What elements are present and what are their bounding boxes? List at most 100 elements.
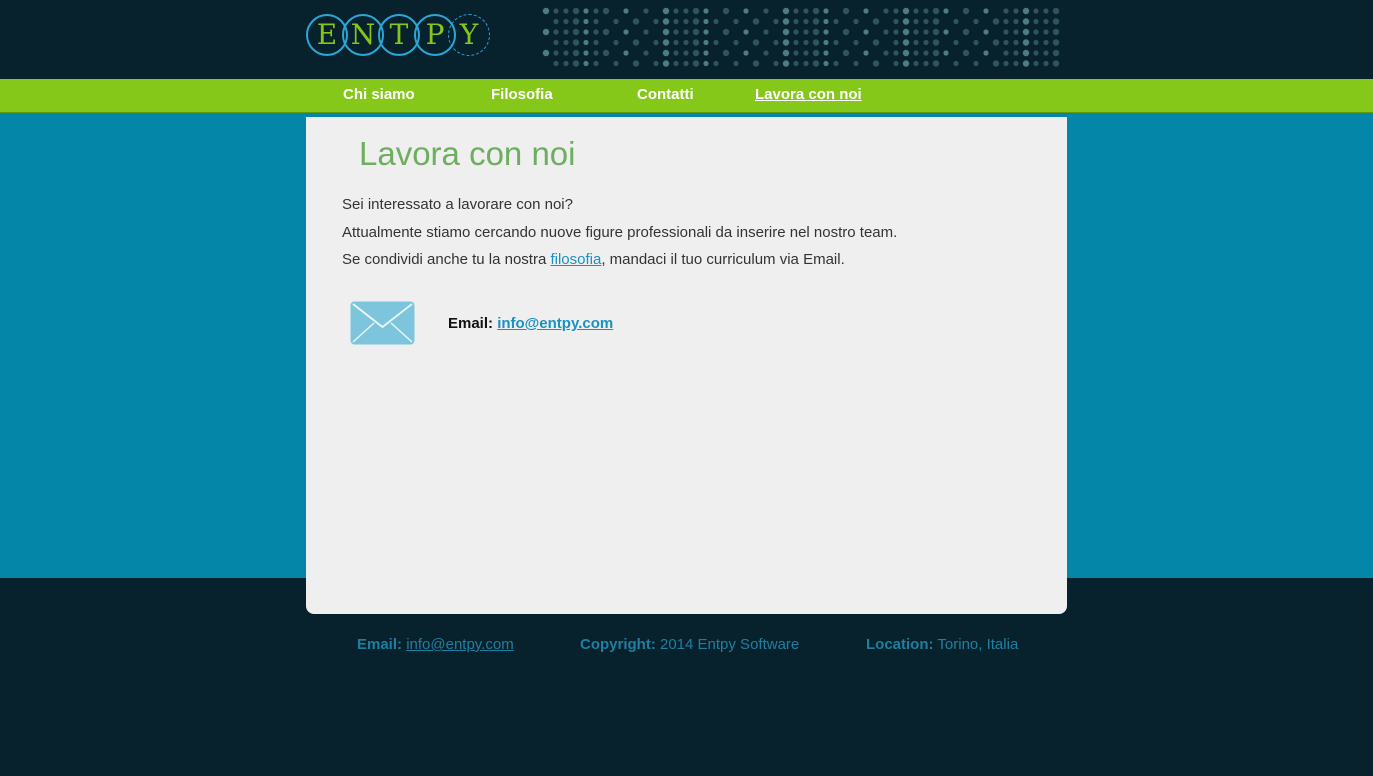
- decorative-dot: [902, 18, 910, 25]
- decorative-dot: [842, 28, 850, 36]
- decorative-dot: [1043, 8, 1049, 14]
- decorative-dot: [1003, 60, 1009, 67]
- decorative-dot: [583, 60, 589, 67]
- decorative-dot: [973, 60, 979, 67]
- footer-location: Location: Torino, Italia: [866, 636, 1018, 653]
- decorative-dot: [812, 7, 820, 15]
- decorative-dot: [733, 60, 739, 67]
- decorative-dot: [812, 28, 820, 36]
- decorative-dot: [902, 7, 910, 15]
- email-label: Email:: [448, 315, 494, 332]
- decorative-dot: [563, 29, 569, 35]
- decorative-dot: [1033, 39, 1039, 46]
- header-dot-pattern: [542, 7, 1060, 67]
- decorative-dot: [883, 50, 889, 56]
- nav-item-filosofia[interactable]: Filosofia: [491, 86, 553, 103]
- decorative-dot: [763, 50, 769, 56]
- decorative-dot: [722, 49, 730, 57]
- decorative-dot: [662, 39, 670, 46]
- decorative-dot: [1022, 28, 1030, 36]
- decorative-dot: [872, 39, 880, 46]
- decorative-dot: [803, 50, 809, 56]
- decorative-dot: [902, 39, 910, 46]
- decorative-dot: [542, 7, 550, 15]
- decorative-dot: [773, 18, 779, 25]
- decorative-dot: [782, 28, 790, 36]
- decorative-dot: [803, 39, 809, 46]
- decorative-dot: [913, 29, 919, 35]
- decorative-dot: [593, 8, 599, 14]
- decorative-dot: [692, 28, 700, 36]
- decorative-dot: [593, 60, 599, 67]
- decorative-dot: [1003, 8, 1009, 14]
- decorative-dot: [613, 60, 619, 67]
- decorative-dot: [1052, 18, 1060, 25]
- decorative-dot: [883, 29, 889, 35]
- decorative-dot: [673, 50, 679, 56]
- decorative-dot: [1003, 29, 1009, 35]
- footer-location-value: Torino, Italia: [937, 636, 1019, 653]
- decorative-dot: [703, 29, 709, 35]
- decorative-dot: [563, 39, 569, 46]
- decorative-dot: [773, 60, 779, 67]
- decorative-dot: [593, 39, 599, 46]
- decorative-dot: [583, 18, 589, 25]
- decorative-dot: [583, 39, 589, 46]
- decorative-dot: [703, 39, 709, 46]
- decorative-dot: [593, 50, 599, 56]
- decorative-dot: [833, 18, 839, 25]
- decorative-dot: [803, 8, 809, 14]
- decorative-dot: [673, 39, 679, 46]
- decorative-dot: [583, 8, 589, 14]
- decorative-dot: [973, 18, 979, 25]
- decorative-dot: [923, 29, 929, 35]
- decorative-dot: [953, 18, 959, 25]
- decorative-dot: [793, 39, 799, 46]
- nav-item-lavora-con-noi[interactable]: Lavora con noi: [755, 86, 862, 103]
- decorative-dot: [1013, 29, 1019, 35]
- decorative-dot: [683, 60, 689, 67]
- decorative-dot: [722, 28, 730, 36]
- logo-letter: Y: [448, 14, 490, 56]
- decorative-dot: [632, 60, 640, 67]
- decorative-dot: [863, 8, 869, 14]
- decorative-dot: [673, 29, 679, 35]
- decorative-dot: [752, 60, 760, 67]
- decorative-dot: [572, 49, 580, 57]
- site-header: E N T P Y: [0, 0, 1373, 79]
- decorative-dot: [962, 7, 970, 15]
- decorative-dot: [713, 60, 719, 67]
- decorative-dot: [572, 18, 580, 25]
- decorative-dot: [623, 8, 629, 14]
- decorative-dot: [1013, 50, 1019, 56]
- nav-item-contatti[interactable]: Contatti: [637, 86, 694, 103]
- decorative-dot: [613, 39, 619, 46]
- decorative-dot: [653, 39, 659, 46]
- nav-item-chi-siamo[interactable]: Chi siamo: [343, 86, 415, 103]
- decorative-dot: [883, 8, 889, 14]
- decorative-dot: [602, 28, 610, 36]
- decorative-dot: [572, 28, 580, 36]
- email-link[interactable]: info@entpy.com: [497, 315, 613, 332]
- decorative-dot: [823, 50, 829, 56]
- footer-email-link[interactable]: info@entpy.com: [406, 636, 514, 653]
- decorative-dot: [803, 29, 809, 35]
- decorative-dot: [623, 29, 629, 35]
- decorative-dot: [923, 18, 929, 25]
- philosophy-link[interactable]: filosofia: [550, 251, 601, 268]
- decorative-dot: [833, 39, 839, 46]
- decorative-dot: [1052, 49, 1060, 57]
- decorative-dot: [683, 29, 689, 35]
- decorative-dot: [673, 60, 679, 67]
- entpy-logo[interactable]: E N T P Y: [306, 14, 490, 60]
- decorative-dot: [872, 18, 880, 25]
- decorative-dot: [1003, 18, 1009, 25]
- footer-location-label: Location:: [866, 636, 934, 653]
- decorative-dot: [632, 18, 640, 25]
- decorative-dot: [953, 39, 959, 46]
- decorative-dot: [823, 29, 829, 35]
- decorative-dot: [703, 60, 709, 67]
- decorative-dot: [893, 29, 899, 35]
- decorative-dot: [872, 60, 880, 67]
- decorative-dot: [962, 28, 970, 36]
